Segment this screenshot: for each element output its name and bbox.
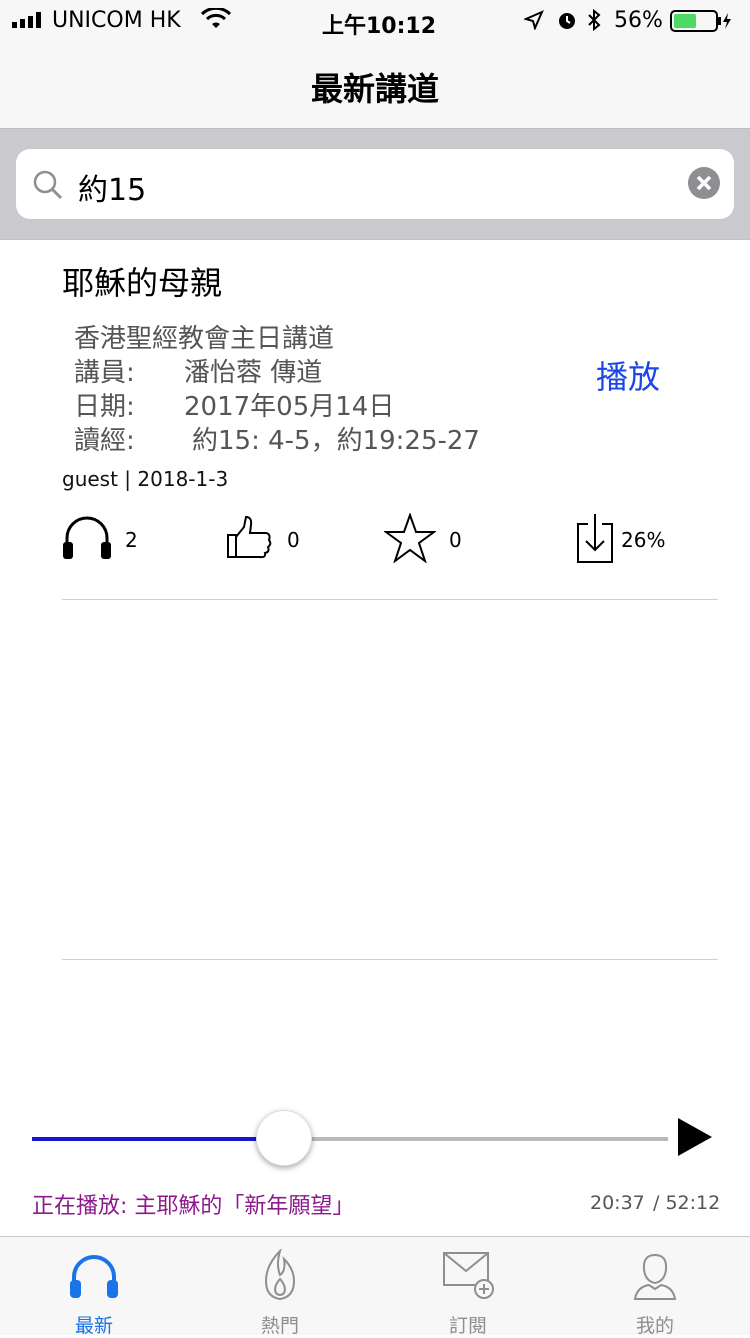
reading-label: 讀經: (74, 426, 135, 456)
sermon-title[interactable]: 耶穌的母親 (62, 258, 222, 304)
scripture-reading: 約15: 4-5，約19:25-27 (192, 426, 480, 456)
thumbs-up-icon[interactable] (226, 513, 274, 565)
battery-icon (670, 10, 734, 36)
headphones-icon (62, 516, 112, 564)
play-button[interactable]: 播放 (596, 352, 660, 398)
speaker-label: 講員: (74, 358, 135, 388)
favorite-count: 0 (449, 528, 462, 552)
divider (62, 959, 718, 960)
tab-popular[interactable]: 熱門 (220, 1237, 340, 1337)
navigation-bar: 最新講道 (0, 40, 750, 129)
alarm-icon (556, 9, 578, 35)
location-arrow-icon (523, 10, 544, 34)
tab-bar: 最新 熱門 訂閱 我的 (0, 1236, 750, 1337)
progress-fill (32, 1137, 283, 1141)
search-input[interactable]: 約15 (78, 165, 146, 209)
carrier-label: UNICOM HK (52, 8, 181, 33)
search-bar: 約15 (0, 129, 750, 240)
tab-subscribe[interactable]: 訂閱 (408, 1237, 528, 1337)
search-field[interactable]: 約15 (16, 149, 734, 219)
search-icon (32, 169, 64, 205)
current-time: 20:37 (590, 1192, 645, 1214)
play-icon[interactable] (676, 1116, 714, 1162)
star-icon[interactable] (382, 511, 438, 567)
church-name: 香港聖經教會主日講道 (74, 324, 335, 354)
divider (62, 599, 718, 600)
sermon-date: 2017年05月14日 (184, 392, 395, 422)
download-icon[interactable] (576, 512, 616, 568)
battery-percent: 56% (614, 8, 663, 33)
speaker-name: 潘怡蓉 傳道 (184, 358, 323, 388)
flame-icon (260, 1247, 300, 1305)
status-bar: UNICOM HK 上午10:12 56% (0, 0, 750, 40)
listen-count: 2 (125, 528, 138, 552)
clear-search-button[interactable] (688, 167, 720, 199)
tab-mine[interactable]: 我的 (595, 1237, 715, 1337)
total-time: / 52:12 (653, 1192, 721, 1214)
mail-add-icon (442, 1251, 496, 1305)
wifi-icon (200, 6, 232, 34)
clock-label: 上午10:12 (322, 14, 437, 39)
download-progress: 26% (621, 528, 666, 552)
page-title: 最新講道 (310, 70, 439, 108)
date-label: 日期: (74, 392, 135, 422)
signal-icon (12, 12, 48, 32)
uploader-meta: guest | 2018-1-3 (62, 467, 229, 491)
like-count: 0 (287, 528, 300, 552)
close-icon (696, 175, 712, 191)
progress-slider-handle[interactable] (256, 1110, 312, 1166)
bluetooth-icon (586, 8, 602, 36)
headphones-icon (68, 1253, 120, 1303)
tab-latest[interactable]: 最新 (34, 1237, 154, 1337)
person-icon (633, 1251, 677, 1305)
now-playing-label: 正在播放: 主耶穌的「新年願望」 (32, 1194, 355, 1219)
